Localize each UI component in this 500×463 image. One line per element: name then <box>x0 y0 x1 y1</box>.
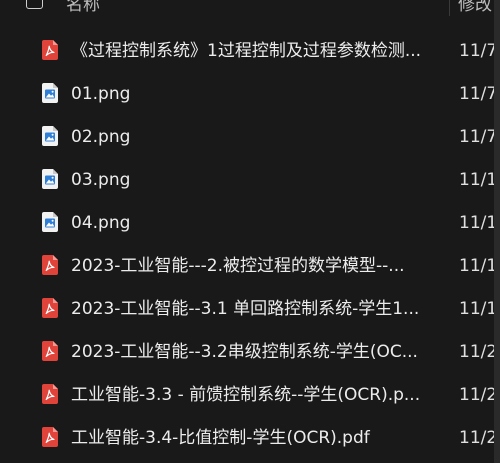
pdf-file-icon <box>42 255 58 275</box>
file-date-modified: 11/7, <box>459 84 494 104</box>
file-date-modified: 11/7, <box>459 41 494 61</box>
image-file-icon <box>42 212 58 232</box>
image-file-icon <box>42 126 58 146</box>
pdf-file-icon <box>42 427 58 447</box>
column-divider[interactable] <box>449 0 450 16</box>
name-column-header[interactable]: 名称 <box>66 0 100 15</box>
pdf-file-icon <box>42 341 58 361</box>
pdf-file-icon <box>42 384 58 404</box>
file-date-modified: 11/2 <box>459 342 494 362</box>
file-list-pane: 名称 修改 《过程控制系统》1过程控制及过程参数检测...11/7,01.png… <box>0 0 500 463</box>
pdf-file-icon <box>42 40 58 60</box>
file-row[interactable]: 01.png 11/7, <box>0 72 494 115</box>
file-date-modified: 11/2 <box>459 428 494 448</box>
file-date-modified: 11/1- <box>459 299 494 319</box>
select-all-checkbox[interactable] <box>26 0 43 9</box>
vertical-scrollbar[interactable] <box>494 0 500 463</box>
file-row[interactable]: 工业智能-3.3 - 前馈控制系统--学生(OCR).p... 11/2 <box>0 373 494 416</box>
file-name: 2023-工业智能--3.2串级控制系统-学生(OC... <box>71 342 418 362</box>
file-name: 工业智能-3.4-比值控制-学生(OCR).pdf <box>71 428 370 448</box>
file-row[interactable]: 03.png 11/1 <box>0 158 494 201</box>
file-name: 03.png <box>71 170 131 190</box>
file-row[interactable]: 02.png 11/7, <box>0 115 494 158</box>
file-date-modified: 11/2 <box>459 385 494 405</box>
file-date-modified: 11/1 <box>459 170 494 190</box>
file-row[interactable]: 2023-工业智能--3.2串级控制系统-学生(OC... 11/2 <box>0 330 494 373</box>
file-name: 2023-工业智能---2.被控过程的数学模型--... <box>71 256 405 276</box>
file-date-modified: 11/1- <box>459 213 494 233</box>
file-date-modified: 11/7, <box>459 127 494 147</box>
file-row[interactable]: 04.png 11/1- <box>0 201 494 244</box>
column-header: 名称 修改 <box>0 0 500 16</box>
file-row[interactable]: 2023-工业智能---2.被控过程的数学模型--... 11/1 <box>0 244 494 287</box>
file-list: 《过程控制系统》1过程控制及过程参数检测...11/7,01.png11/7,0… <box>0 29 494 459</box>
file-date-modified: 11/1 <box>459 256 494 276</box>
file-name: 《过程控制系统》1过程控制及过程参数检测... <box>71 41 422 61</box>
file-row[interactable]: 2023-工业智能--3.1 单回路控制系统-学生1... 11/1- <box>0 287 494 330</box>
file-row[interactable]: 工业智能-3.4-比值控制-学生(OCR).pdf 11/2 <box>0 416 494 459</box>
file-name: 01.png <box>71 84 131 104</box>
image-file-icon <box>42 169 58 189</box>
image-file-icon <box>42 83 58 103</box>
file-row[interactable]: 《过程控制系统》1过程控制及过程参数检测... 11/7, <box>0 29 494 72</box>
file-name: 工业智能-3.3 - 前馈控制系统--学生(OCR).p... <box>71 385 421 405</box>
date-modified-column-header[interactable]: 修改 <box>458 0 492 15</box>
file-name: 2023-工业智能--3.1 单回路控制系统-学生1... <box>71 299 420 319</box>
file-name: 04.png <box>71 213 131 233</box>
pdf-file-icon <box>42 298 58 318</box>
file-name: 02.png <box>71 127 131 147</box>
